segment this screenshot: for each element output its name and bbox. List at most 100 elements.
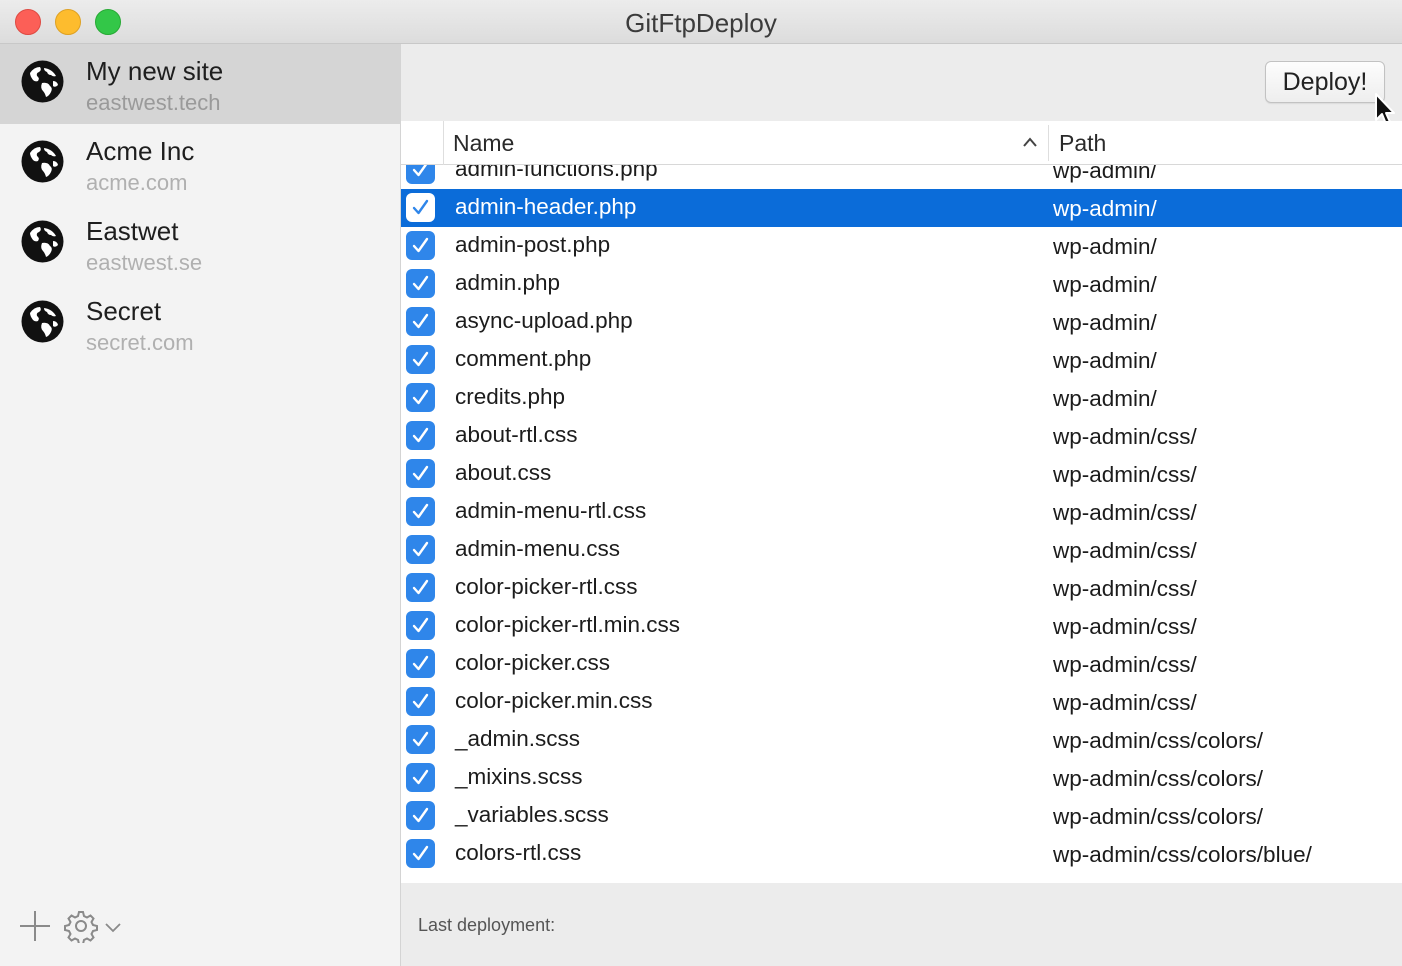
- include-checkbox[interactable]: [406, 839, 435, 868]
- files-table: Name Path admin-functions.php wp-admin/ad…: [401, 121, 1402, 883]
- include-checkbox[interactable]: [406, 307, 435, 336]
- table-row[interactable]: _variables.scss wp-admin/css/colors/: [401, 797, 1402, 835]
- file-path-cell: wp-admin/css/: [1053, 462, 1197, 487]
- file-name-cell: _admin.scss: [455, 726, 581, 751]
- site-domain: eastwest.se: [86, 250, 203, 275]
- table-row[interactable]: credits.php wp-admin/: [401, 379, 1402, 417]
- include-checkbox[interactable]: [406, 611, 435, 640]
- sort-ascending-icon[interactable]: [1021, 135, 1039, 149]
- table-row[interactable]: async-upload.php wp-admin/: [401, 303, 1402, 341]
- table-row[interactable]: color-picker.css wp-admin/css/: [401, 645, 1402, 683]
- include-checkbox[interactable]: [406, 193, 435, 222]
- column-header-checkbox[interactable]: [401, 121, 444, 165]
- file-name-cell: comment.php: [455, 346, 592, 371]
- table-row[interactable]: admin.php wp-admin/: [401, 265, 1402, 303]
- file-path-cell: wp-admin/: [1053, 348, 1157, 373]
- site-domain: secret.com: [86, 330, 194, 355]
- include-checkbox[interactable]: [406, 269, 435, 298]
- table-row[interactable]: comment.php wp-admin/: [401, 341, 1402, 379]
- plus-icon[interactable]: [18, 909, 52, 943]
- globe-icon: [20, 139, 65, 184]
- include-checkbox[interactable]: [406, 573, 435, 602]
- file-name-cell: admin-header.php: [455, 194, 637, 219]
- include-checkbox[interactable]: [406, 649, 435, 678]
- table-row[interactable]: about.css wp-admin/css/: [401, 455, 1402, 493]
- file-name-cell: async-upload.php: [455, 308, 633, 333]
- file-name-cell: _mixins.scss: [455, 764, 583, 789]
- site-name: My new site: [86, 56, 224, 86]
- table-row[interactable]: color-picker-rtl.min.css wp-admin/css/: [401, 607, 1402, 645]
- table-row[interactable]: admin-post.php wp-admin/: [401, 227, 1402, 265]
- column-header-name[interactable]: Name: [453, 130, 514, 157]
- table-row[interactable]: color-picker.min.css wp-admin/css/: [401, 683, 1402, 721]
- last-deployment-label: Last deployment:: [418, 915, 556, 935]
- column-header-path[interactable]: Path: [1059, 130, 1106, 157]
- include-checkbox[interactable]: [406, 459, 435, 488]
- include-checkbox[interactable]: [406, 535, 435, 564]
- file-name-cell: credits.php: [455, 384, 566, 409]
- table-row[interactable]: admin-menu-rtl.css wp-admin/css/: [401, 493, 1402, 531]
- table-row[interactable]: admin-menu.css wp-admin/css/: [401, 531, 1402, 569]
- file-name-cell: color-picker.css: [455, 650, 611, 675]
- file-name-cell: about.css: [455, 460, 552, 485]
- site-domain: eastwest.tech: [86, 90, 221, 115]
- window-title: GitFtpDeploy: [625, 8, 777, 38]
- table-row[interactable]: color-picker-rtl.css wp-admin/css/: [401, 569, 1402, 607]
- status-bar: Last deployment:: [401, 883, 1402, 966]
- site-domain: acme.com: [86, 170, 188, 195]
- file-path-cell: wp-admin/css/: [1053, 652, 1197, 677]
- file-path-cell: wp-admin/css/: [1053, 424, 1197, 449]
- include-checkbox[interactable]: [406, 383, 435, 412]
- site-name: Secret: [86, 296, 162, 326]
- globe-icon: [20, 219, 65, 264]
- file-name-cell: color-picker.min.css: [455, 688, 653, 713]
- chevron-down-icon: [105, 923, 121, 933]
- include-checkbox[interactable]: [406, 725, 435, 754]
- include-checkbox[interactable]: [406, 345, 435, 374]
- table-row[interactable]: _admin.scss wp-admin/css/colors/: [401, 721, 1402, 759]
- gear-icon: [64, 911, 98, 943]
- table-header: Name Path: [401, 121, 1402, 165]
- site-name: Acme Inc: [86, 136, 195, 166]
- table-row[interactable]: admin-header.php wp-admin/: [401, 189, 1402, 227]
- file-path-cell: wp-admin/css/: [1053, 500, 1197, 525]
- include-checkbox[interactable]: [406, 421, 435, 450]
- table-row[interactable]: colors-rtl.css wp-admin/css/colors/blue/: [401, 835, 1402, 873]
- title-bar[interactable]: GitFtpDeploy: [0, 0, 1402, 44]
- table-row[interactable]: about-rtl.css wp-admin/css/: [401, 417, 1402, 455]
- file-name-cell: admin-menu-rtl.css: [455, 498, 647, 523]
- file-path-cell: wp-admin/: [1053, 234, 1157, 259]
- file-name-cell: colors-rtl.css: [455, 840, 582, 865]
- site-item[interactable]: Secret secret.com: [0, 284, 400, 364]
- file-name-cell: admin-menu.css: [455, 536, 621, 561]
- sidebar-footer: [0, 886, 400, 966]
- table-row[interactable]: _mixins.scss wp-admin/css/colors/: [401, 759, 1402, 797]
- include-checkbox[interactable]: [406, 763, 435, 792]
- file-path-cell: wp-admin/css/colors/: [1053, 766, 1264, 791]
- file-name-cell: about-rtl.css: [455, 422, 578, 447]
- file-path-cell: wp-admin/css/: [1053, 614, 1197, 639]
- file-path-cell: wp-admin/: [1053, 386, 1157, 411]
- sites-sidebar: My new site eastwest.tech Acme Inc acme.com…: [0, 44, 401, 966]
- file-name-cell: color-picker-rtl.css: [455, 574, 638, 599]
- deploy-button[interactable]: Deploy!: [1265, 61, 1385, 103]
- settings-menu-button[interactable]: [64, 908, 126, 944]
- include-checkbox[interactable]: [406, 801, 435, 830]
- globe-icon: [20, 59, 65, 104]
- file-path-cell: wp-admin/css/colors/: [1053, 728, 1264, 753]
- file-name-cell: color-picker-rtl.min.css: [455, 612, 681, 637]
- site-item[interactable]: My new site eastwest.tech: [0, 44, 400, 124]
- column-divider[interactable]: [1048, 125, 1049, 161]
- include-checkbox[interactable]: [406, 687, 435, 716]
- globe-icon: [20, 299, 65, 344]
- site-item[interactable]: Acme Inc acme.com: [0, 124, 400, 204]
- file-name-cell: admin-post.php: [455, 232, 611, 257]
- include-checkbox[interactable]: [406, 497, 435, 526]
- file-path-cell: wp-admin/: [1053, 310, 1157, 335]
- site-item[interactable]: Eastwet eastwest.se: [0, 204, 400, 284]
- file-name-cell: _variables.scss: [455, 802, 609, 827]
- site-name: Eastwet: [86, 216, 179, 246]
- toolbar: Deploy!: [401, 44, 1402, 125]
- file-path-cell: wp-admin/: [1053, 272, 1157, 297]
- include-checkbox[interactable]: [406, 231, 435, 260]
